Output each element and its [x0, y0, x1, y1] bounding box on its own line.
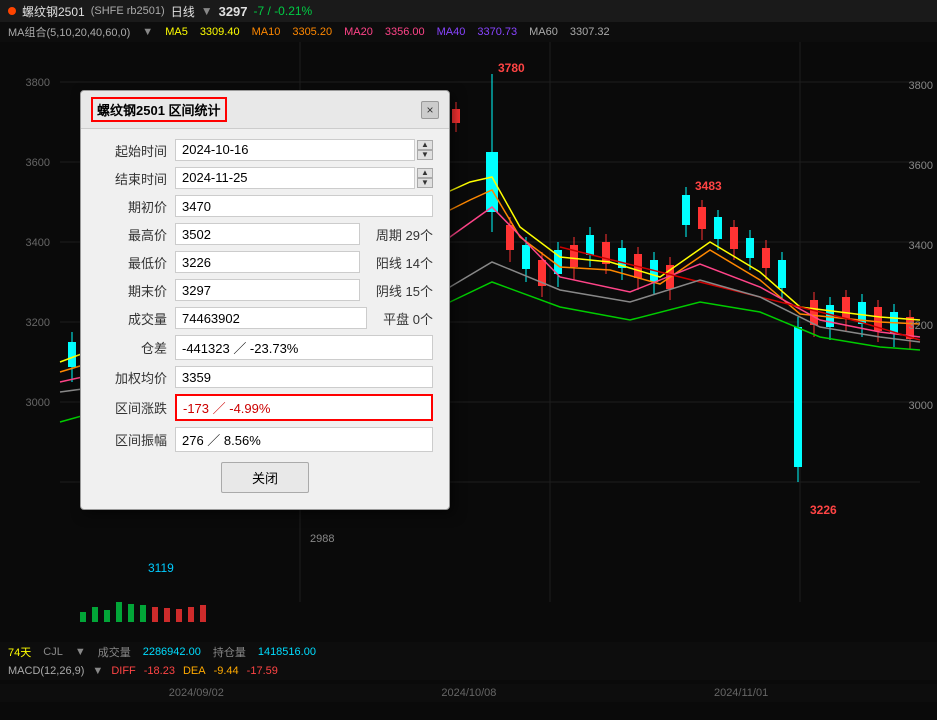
zuigao-label: 最高价 — [97, 225, 167, 244]
qimo-row: 期末价 3297 阴线 15个 — [97, 279, 433, 301]
yangxian-annotation: 阳线 14个 — [376, 253, 433, 272]
end-time-up[interactable]: ▲ — [417, 168, 433, 178]
qichu-value: 3470 — [175, 195, 433, 217]
qichu-label: 期初价 — [97, 197, 167, 216]
start-time-field-wrap: 2024-10-16 ▲ ▼ — [175, 139, 433, 161]
dialog-title: 螺纹钢2501 区间统计 — [91, 97, 227, 122]
dialog-body: 起始时间 2024-10-16 ▲ ▼ 结束时间 2024-11-25 ▲ ▼ — [81, 129, 449, 509]
yinxian-annotation: 阴线 15个 — [376, 281, 433, 300]
end-time-label: 结束时间 — [97, 169, 167, 188]
dialog-close-button[interactable]: × — [421, 101, 439, 119]
qimo-label: 期末价 — [97, 281, 167, 300]
end-time-value[interactable]: 2024-11-25 — [175, 167, 415, 189]
chadiff-label: 仓差 — [97, 338, 167, 357]
start-time-stepper[interactable]: ▲ ▼ — [417, 140, 433, 160]
zuidi-label: 最低价 — [97, 253, 167, 272]
zuidi-value: 3226 — [175, 251, 360, 273]
amplitude-value: 276 ／ 8.56% — [175, 427, 433, 452]
pingpan-annotation: 平盘 0个 — [383, 309, 433, 328]
rise-row: 区间涨跌 -173 ／ -4.99% — [97, 394, 433, 421]
qimo-value: 3297 — [175, 279, 360, 301]
zhouqi-annotation: 周期 29个 — [376, 225, 433, 244]
zuidi-row: 最低价 3226 阳线 14个 — [97, 251, 433, 273]
chadiff-value: -441323 ／ -23.73% — [175, 335, 433, 360]
chengjiao-value: 74463902 — [175, 307, 367, 329]
rise-label: 区间涨跌 — [97, 398, 167, 417]
zuigao-row: 最高价 3502 周期 29个 — [97, 223, 433, 245]
end-time-stepper[interactable]: ▲ ▼ — [417, 168, 433, 188]
start-time-down[interactable]: ▼ — [417, 150, 433, 160]
stats-dialog: 螺纹钢2501 区间统计 × 起始时间 2024-10-16 ▲ ▼ 结束时间 — [80, 90, 450, 510]
start-time-up[interactable]: ▲ — [417, 140, 433, 150]
dialog-close-btn-area: 关闭 — [97, 462, 433, 493]
chengjiao-label: 成交量 — [97, 309, 167, 328]
zuigao-value: 3502 — [175, 223, 360, 245]
end-time-field-wrap: 2024-11-25 ▲ ▼ — [175, 167, 433, 189]
end-time-row: 结束时间 2024-11-25 ▲ ▼ — [97, 167, 433, 189]
dialog-overlay: 螺纹钢2501 区间统计 × 起始时间 2024-10-16 ▲ ▼ 结束时间 — [0, 0, 937, 720]
end-time-down[interactable]: ▼ — [417, 178, 433, 188]
jiaquan-label: 加权均价 — [97, 368, 167, 387]
qichu-row: 期初价 3470 — [97, 195, 433, 217]
chadiff-row: 仓差 -441323 ／ -23.73% — [97, 335, 433, 360]
close-button[interactable]: 关闭 — [221, 462, 309, 493]
dialog-titlebar: 螺纹钢2501 区间统计 × — [81, 91, 449, 129]
amplitude-row: 区间振幅 276 ／ 8.56% — [97, 427, 433, 452]
amplitude-label: 区间振幅 — [97, 430, 167, 449]
jiaquan-row: 加权均价 3359 — [97, 366, 433, 388]
chengjiao-row: 成交量 74463902 平盘 0个 — [97, 307, 433, 329]
start-time-row: 起始时间 2024-10-16 ▲ ▼ — [97, 139, 433, 161]
start-time-value[interactable]: 2024-10-16 — [175, 139, 415, 161]
rise-value: -173 ／ -4.99% — [175, 394, 433, 421]
jiaquan-value: 3359 — [175, 366, 433, 388]
start-time-label: 起始时间 — [97, 141, 167, 160]
